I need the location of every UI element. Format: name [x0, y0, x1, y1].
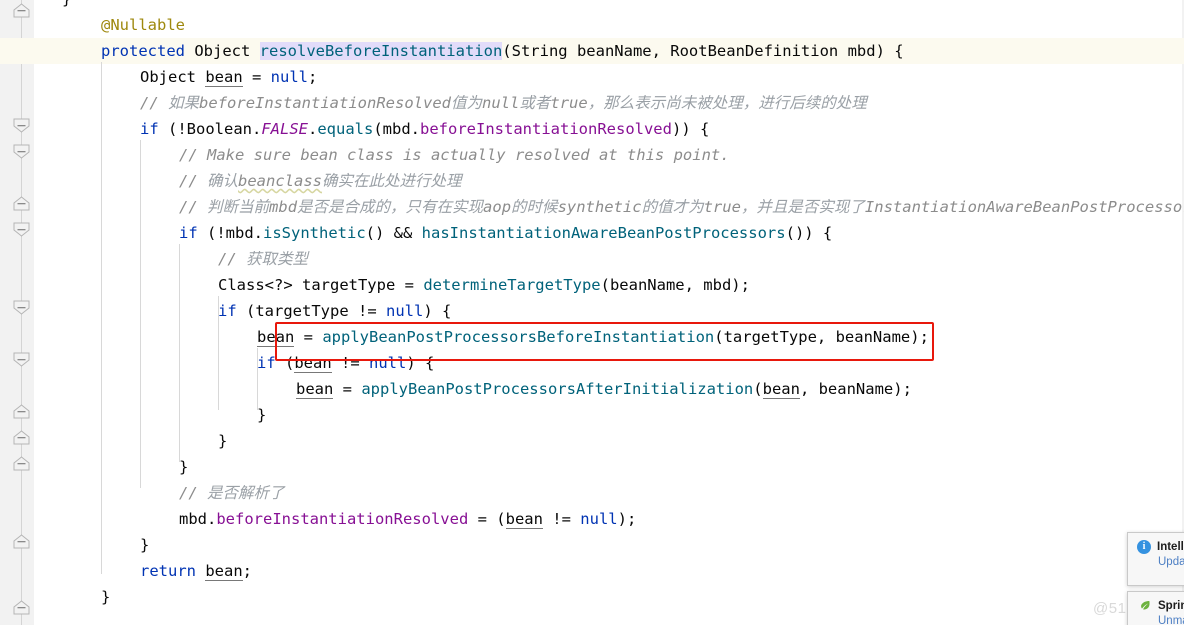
code-line-text: Object bean = null; — [140, 68, 318, 87]
code-line-text: // 确认beanclass确实在此处进行处理 — [179, 172, 462, 190]
code-line[interactable]: mbd.beforeInstantiationResolved = (bean … — [0, 506, 1184, 532]
code-line[interactable]: } — [0, 428, 1184, 454]
code-line[interactable]: // 判断当前mbd是否是合成的，只有在实现aop的时候synthetic的值才… — [0, 194, 1184, 220]
code-line[interactable]: @Nullable — [0, 12, 1184, 38]
code-line-text: Class<?> targetType = determineTargetTyp… — [218, 276, 750, 294]
notification-header: Spring — [1128, 592, 1184, 615]
ide-editor-window: } @Nullable protected Object resolveBefore… — [0, 0, 1184, 625]
notification-intellij-update[interactable]: i IntelliJ Update — [1127, 532, 1184, 586]
code-line[interactable]: } — [0, 532, 1184, 558]
code-line-text: if (bean != null) { — [257, 354, 435, 373]
code-line-text: // 判断当前mbd是否是合成的，只有在实现aop的时候synthetic的值才… — [179, 198, 1184, 216]
code-line[interactable]: // 是否解析了 — [0, 480, 1184, 506]
info-icon: i — [1137, 540, 1151, 554]
code-line[interactable]: protected Object resolveBeforeInstantiat… — [0, 38, 1184, 64]
code-line-text: // 是否解析了 — [179, 484, 285, 502]
code-line-text: bean = applyBeanPostProcessorsAfterIniti… — [296, 380, 912, 399]
notification-action-link[interactable]: Update — [1128, 556, 1184, 575]
code-line[interactable]: return bean; — [0, 558, 1184, 584]
code-line[interactable]: Class<?> targetType = determineTargetTyp… — [0, 272, 1184, 298]
code-line-text: @Nullable — [101, 16, 185, 34]
code-line[interactable]: Object bean = null; — [0, 64, 1184, 90]
code-line[interactable]: // 确认beanclass确实在此处进行处理 — [0, 168, 1184, 194]
code-line-text: mbd.beforeInstantiationResolved = (bean … — [179, 510, 637, 529]
code-line-text: // 如果beforeInstantiationResolved值为null或者… — [140, 94, 867, 112]
indent-guide — [179, 244, 180, 462]
code-line-text: protected Object resolveBeforeInstantiat… — [101, 42, 904, 60]
code-line-text: } — [101, 588, 111, 606]
code-line[interactable]: if (targetType != null) { — [0, 298, 1184, 324]
code-line[interactable]: if (!Boolean.FALSE.equals(mbd.beforeInst… — [0, 116, 1184, 142]
code-line-text: // Make sure bean class is actually reso… — [179, 146, 730, 164]
code-line-text: if (targetType != null) { — [218, 302, 452, 320]
code-line-text: return bean; — [140, 562, 253, 581]
code-line-text: } — [218, 432, 228, 450]
code-line-text: bean = applyBeanPostProcessorsBeforeInst… — [257, 328, 929, 347]
code-content[interactable]: } @Nullable protected Object resolveBefore… — [0, 0, 1184, 625]
code-line[interactable]: bean = applyBeanPostProcessorsBeforeInst… — [0, 324, 1184, 350]
code-line-text: } — [140, 536, 150, 554]
code-line-text: // 获取类型 — [218, 250, 309, 268]
code-line-text: } — [62, 0, 71, 8]
code-line[interactable]: if (!mbd.isSynthetic() && hasInstantiati… — [0, 220, 1184, 246]
code-line[interactable]: if (bean != null) { — [0, 350, 1184, 376]
notification-header: i IntelliJ — [1128, 533, 1184, 556]
notification-action-link[interactable]: Unman — [1128, 615, 1184, 625]
code-line[interactable]: // 如果beforeInstantiationResolved值为null或者… — [0, 90, 1184, 116]
notification-title: Spring — [1158, 600, 1184, 612]
indent-guide — [101, 62, 102, 574]
code-line[interactable]: bean = applyBeanPostProcessorsAfterIniti… — [0, 376, 1184, 402]
code-line[interactable]: } — [0, 0, 1184, 12]
code-line[interactable]: } — [0, 402, 1184, 428]
notification-spring[interactable]: Spring Unman — [1127, 591, 1184, 625]
notification-title: IntelliJ — [1157, 541, 1184, 553]
code-line-text: if (!Boolean.FALSE.equals(mbd.beforeInst… — [140, 120, 710, 138]
code-line[interactable]: } — [0, 584, 1184, 610]
leaf-icon — [1141, 600, 1150, 610]
code-line-text: if (!mbd.isSynthetic() && hasInstantiati… — [179, 224, 833, 242]
code-line-text: } — [179, 458, 189, 476]
code-line-text: } — [257, 406, 267, 424]
code-line[interactable]: // Make sure bean class is actually reso… — [0, 142, 1184, 168]
code-line[interactable]: } — [0, 454, 1184, 480]
indent-guide — [140, 140, 141, 488]
code-line[interactable]: // 获取类型 — [0, 246, 1184, 272]
